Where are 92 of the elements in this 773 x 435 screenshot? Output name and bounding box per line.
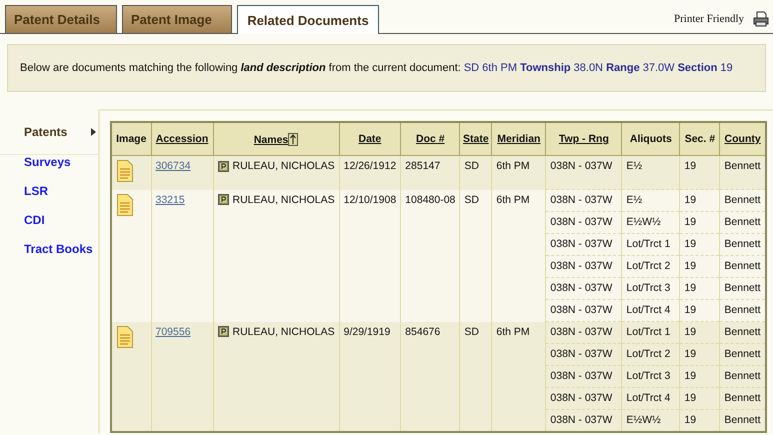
column-header: Sec. # <box>684 133 716 145</box>
county-cell: Bennett <box>724 282 761 294</box>
township-range-cell: 038N - 037W <box>550 304 612 316</box>
date-cell: 9/29/1919 <box>344 326 390 338</box>
township-range-cell: 038N - 037W <box>550 370 612 382</box>
name-cell: RULEAU, NICHOLAS <box>232 192 335 206</box>
sidebar-item[interactable]: Tract Books <box>0 242 98 271</box>
section-cell: 19 <box>684 282 696 294</box>
sidebar-item[interactable]: LSR <box>0 184 98 213</box>
document-icon[interactable] <box>116 159 134 183</box>
patent-badge-icon <box>218 194 228 205</box>
county-cell: Bennett <box>724 414 761 426</box>
township-range-cell: 038N - 037W <box>550 348 612 360</box>
township-range-cell: 038N - 037W <box>550 216 612 228</box>
township-range-cell: 038N - 037W <box>550 414 612 426</box>
state-cell: SD <box>464 160 479 172</box>
county-cell: Bennett <box>724 194 761 206</box>
township-range-cell: 038N - 037W <box>550 392 612 404</box>
section-cell: 19 <box>684 326 696 338</box>
section-cell: 19 <box>684 414 696 426</box>
aliquots-cell: Lot/Trct 4 <box>626 304 670 316</box>
date-cell: 12/10/1908 <box>344 194 396 206</box>
county-cell: Bennett <box>724 260 761 272</box>
meridian-cell: 6th PM <box>496 160 530 172</box>
aliquots-cell: Lot/Trct 3 <box>626 370 670 382</box>
name-cell: RULEAU, NICHOLAS <box>232 159 335 173</box>
county-cell: Bennett <box>724 238 761 250</box>
county-cell: Bennett <box>724 370 761 382</box>
column-header[interactable]: Doc # <box>416 133 445 145</box>
patent-badge-icon <box>218 160 228 172</box>
accession-link[interactable]: 709556 <box>156 326 191 338</box>
doc-number-cell: 108480-08 <box>405 194 456 206</box>
section-cell: 19 <box>684 348 696 360</box>
sidebar-item[interactable]: Patents <box>0 125 98 155</box>
tab[interactable]: Patent Image <box>122 5 232 33</box>
section-cell: 19 <box>684 260 696 272</box>
county-cell: Bennett <box>724 304 761 316</box>
section-cell: 19 <box>684 304 696 316</box>
doc-number-cell: 285147 <box>405 160 440 172</box>
triangle-icon <box>91 128 96 136</box>
aliquots-cell: E½W½ <box>626 414 661 426</box>
section-cell: 19 <box>684 160 696 172</box>
column-header: Image <box>116 133 146 145</box>
section-cell: 19 <box>684 194 696 206</box>
township-range-cell: 038N - 037W <box>550 260 612 272</box>
patent-badge-icon <box>218 326 228 337</box>
township-range-cell: 038N - 037W <box>550 160 612 172</box>
township-range-cell: 038N - 037W <box>550 282 612 294</box>
name-cell: RULEAU, NICHOLAS <box>232 324 335 338</box>
aliquots-cell: Lot/Trct 4 <box>626 392 670 404</box>
township-range-cell: 038N - 037W <box>550 238 612 250</box>
doc-number-cell: 854676 <box>405 326 440 338</box>
aliquots-cell: E½W½ <box>626 216 661 228</box>
section-cell: 19 <box>684 392 696 404</box>
aliquots-cell: Lot/Trct 1 <box>626 326 670 338</box>
sidebar-item[interactable]: CDI <box>0 213 98 242</box>
section-cell: 19 <box>684 216 696 228</box>
county-cell: Bennett <box>724 392 761 404</box>
aliquots-cell: Lot/Trct 3 <box>626 282 670 294</box>
aliquots-cell: Lot/Trct 1 <box>626 238 670 250</box>
column-header[interactable]: Date <box>358 133 382 145</box>
column-header: Aliquots <box>630 133 672 145</box>
printer-friendly-link[interactable]: Printer Friendly <box>674 12 744 24</box>
accession-link[interactable]: 306734 <box>156 160 191 172</box>
meridian-cell: 6th PM <box>496 326 530 338</box>
county-cell: Bennett <box>724 216 761 228</box>
document-icon[interactable] <box>116 192 134 216</box>
state-cell: SD <box>464 194 479 206</box>
land-description-link[interactable]: SD 6th PM Township 38.0N Range 37.0W Section 19 <box>464 62 733 74</box>
printer-icon[interactable] <box>753 10 769 26</box>
county-cell: Bennett <box>724 160 761 172</box>
county-cell: Bennett <box>724 348 761 360</box>
notice-text: Below are documents matching the following land description from the current document: <box>20 62 461 74</box>
aliquots-cell: E½ <box>626 194 642 206</box>
tab[interactable]: Related Documents <box>237 5 379 34</box>
township-range-cell: 038N - 037W <box>550 194 612 206</box>
county-cell: Bennett <box>724 326 761 338</box>
tab[interactable]: Patent Details <box>5 5 117 33</box>
township-range-cell: 038N - 037W <box>550 326 612 338</box>
section-cell: 19 <box>684 370 696 382</box>
sort-arrow-icon[interactable] <box>288 132 298 146</box>
meridian-cell: 6th PM <box>496 194 530 206</box>
sidebar-item[interactable]: Surveys <box>0 155 98 184</box>
date-cell: 12/26/1912 <box>344 160 396 172</box>
aliquots-cell: Lot/Trct 2 <box>626 260 670 272</box>
aliquots-cell: E½ <box>626 160 642 172</box>
aliquots-cell: Lot/Trct 2 <box>626 348 670 360</box>
accession-link[interactable]: 33215 <box>156 194 185 206</box>
column-header[interactable]: Names <box>254 134 288 146</box>
document-icon[interactable] <box>116 324 134 348</box>
state-cell: SD <box>464 326 479 338</box>
section-cell: 19 <box>684 238 696 250</box>
